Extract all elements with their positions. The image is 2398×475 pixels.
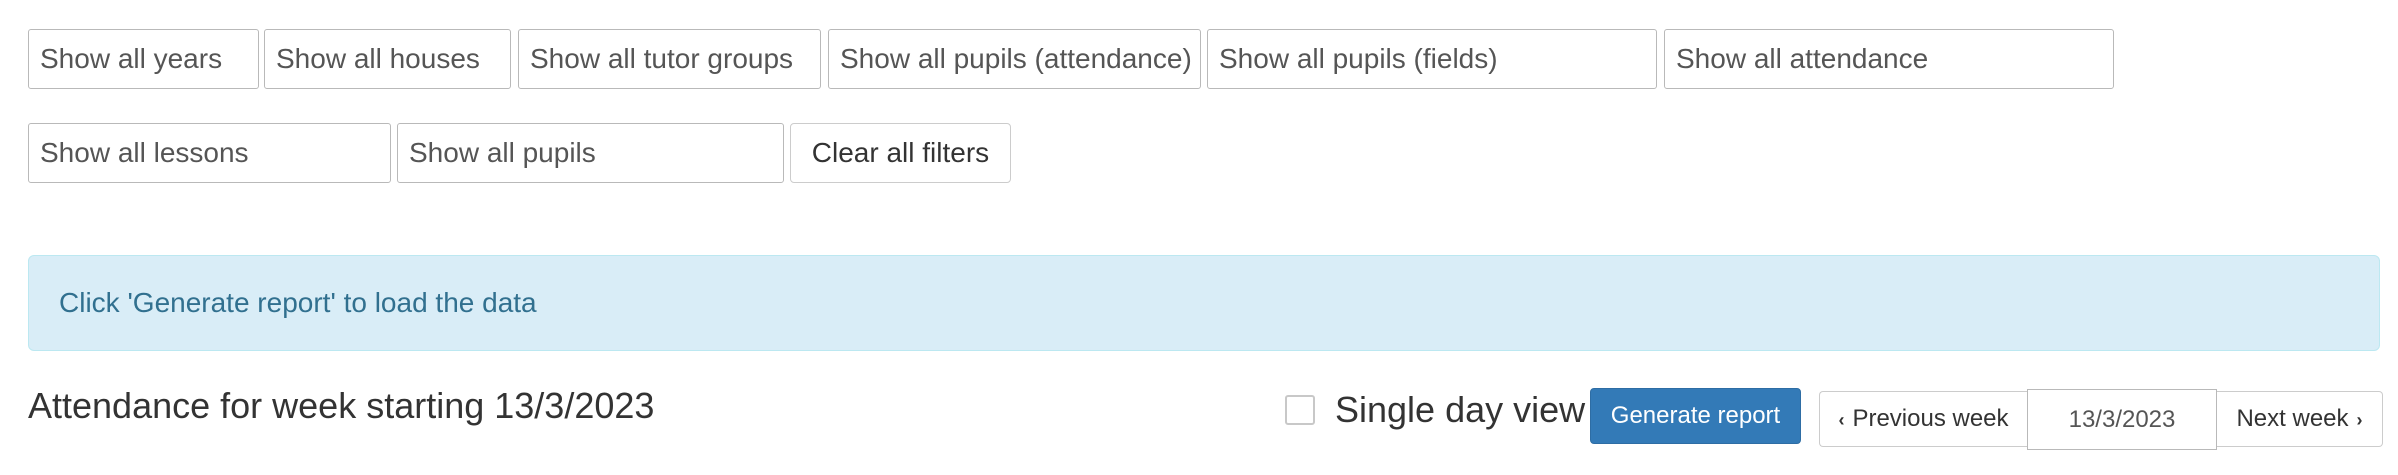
next-week-button[interactable]: Next week › — [2217, 391, 2383, 447]
previous-week-button[interactable]: ‹ Previous week — [1819, 391, 2027, 447]
single-day-label: Single day view — [1335, 389, 1586, 430]
week-navigation: ‹ Previous week Next week › — [1819, 389, 2383, 450]
chevron-right-icon: › — [2356, 410, 2363, 430]
lessons-filter[interactable]: Show all lessons — [28, 123, 391, 183]
single-day-toggle[interactable]: Single day view — [1285, 389, 1586, 430]
next-week-label: Next week — [2236, 405, 2349, 432]
pupils-attendance-filter[interactable]: Show all pupils (attendance) — [828, 29, 1201, 89]
tutor-groups-filter[interactable]: Show all tutor groups — [518, 29, 821, 89]
attendance-report-page: Show all years Show all houses Show all … — [0, 0, 2398, 475]
week-date-input[interactable] — [2027, 389, 2217, 450]
single-day-checkbox[interactable] — [1285, 395, 1315, 425]
houses-filter[interactable]: Show all houses — [264, 29, 511, 89]
years-filter[interactable]: Show all years — [28, 29, 259, 89]
page-title: Attendance for week starting 13/3/2023 — [28, 385, 655, 426]
previous-week-label: Previous week — [1852, 405, 2009, 432]
alert-message: Click 'Generate report' to load the data — [59, 287, 537, 318]
clear-filters-button[interactable]: Clear all filters — [790, 123, 1011, 183]
chevron-left-icon: ‹ — [1838, 410, 1845, 430]
attendance-filter[interactable]: Show all attendance — [1664, 29, 2114, 89]
pupils-fields-filter[interactable]: Show all pupils (fields) — [1207, 29, 1657, 89]
generate-report-button[interactable]: Generate report — [1590, 388, 1801, 444]
info-alert: Click 'Generate report' to load the data — [28, 255, 2380, 351]
pupils-filter[interactable]: Show all pupils — [397, 123, 784, 183]
